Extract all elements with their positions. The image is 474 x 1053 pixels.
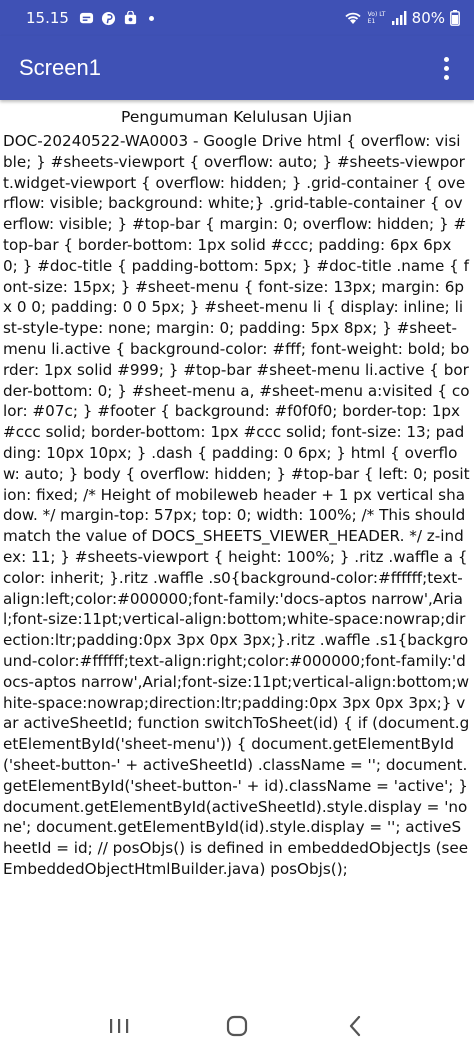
navigation-bar bbox=[0, 999, 474, 1053]
status-right: Vo) LTE1 80% bbox=[343, 9, 460, 27]
status-time: 15.15 bbox=[26, 9, 69, 27]
signal-icon bbox=[391, 10, 407, 26]
dot-icon bbox=[148, 15, 154, 21]
store-icon bbox=[123, 10, 139, 26]
status-left: 15.15 bbox=[26, 9, 154, 27]
pinterest-icon bbox=[101, 10, 117, 26]
battery-icon bbox=[450, 10, 460, 26]
back-icon[interactable] bbox=[335, 1006, 375, 1046]
messages-icon bbox=[79, 10, 95, 26]
network-label: Vo) LTE1 bbox=[367, 11, 386, 25]
app-title: Screen1 bbox=[19, 55, 101, 80]
home-icon[interactable] bbox=[217, 1006, 257, 1046]
status-bar: 15.15 Vo) LTE1 80% bbox=[0, 0, 474, 36]
more-vert-icon[interactable] bbox=[434, 52, 458, 84]
app-bar: Screen1 bbox=[0, 36, 474, 100]
page-heading: Pengumuman Kelulusan Ujian bbox=[121, 108, 352, 126]
recent-apps-icon[interactable] bbox=[99, 1006, 139, 1046]
battery-level: 80% bbox=[411, 9, 445, 27]
wifi-icon bbox=[343, 10, 363, 26]
page-body-text: DOC-20240522-WA0003 - Google Drive html … bbox=[3, 132, 470, 878]
page-content: Pengumuman Kelulusan Ujian DOC-20240522-… bbox=[0, 100, 474, 1000]
